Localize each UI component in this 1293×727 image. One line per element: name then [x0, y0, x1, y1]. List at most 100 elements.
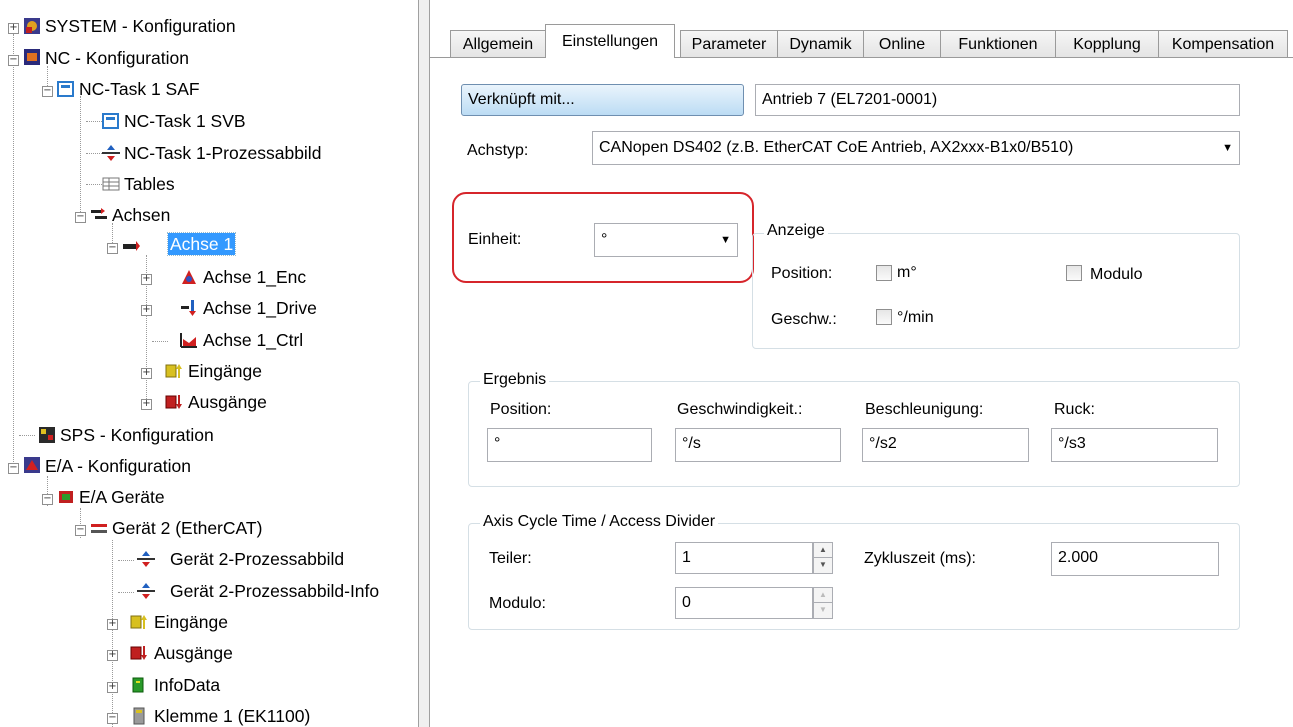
tree-item-device-2[interactable]: Gerät 2 (EtherCAT) [110, 517, 264, 539]
linked-drive-field[interactable]: Antrieb 7 (EL7201-0001) [755, 84, 1240, 116]
axis-type-label: Achstyp: [467, 142, 529, 159]
tab-general[interactable]: Allgemein [450, 30, 546, 57]
linked-with-button[interactable]: Verknüpft mit... [461, 84, 744, 116]
expand-toggle[interactable]: + [107, 650, 118, 661]
tree-item-axis-inputs[interactable]: Eingänge [186, 360, 264, 382]
modulo-label: Modulo [1090, 266, 1143, 283]
expand-toggle[interactable]: + [141, 368, 152, 379]
result-accel-label: Beschleunigung: [865, 401, 984, 418]
outputs-icon [165, 393, 183, 411]
tree-item-nc-task-saf[interactable]: NC-Task 1 SAF [77, 78, 202, 100]
tree-item-io-config[interactable]: E/A - Konfiguration [43, 455, 193, 477]
cycle-group [468, 523, 1240, 630]
display-position-label: Position: [771, 265, 833, 282]
axis-icon [122, 237, 140, 255]
tree-item-terminal-1[interactable]: Klemme 1 (EK1100) [152, 705, 312, 727]
tab-functions[interactable]: Funktionen [940, 30, 1056, 57]
tab-parameters[interactable]: Parameter [680, 30, 778, 57]
chevron-down-icon: ▼ [1222, 142, 1233, 154]
nc-config-icon [23, 48, 41, 66]
axes-icon [90, 206, 108, 224]
terminal-icon [130, 707, 148, 725]
display-group-title: Anzeige [764, 222, 828, 240]
collapse-toggle[interactable]: − [42, 494, 53, 505]
tree-item-device-process-image-info[interactable]: Gerät 2-Prozessabbild-Info [168, 580, 381, 602]
result-position-field[interactable]: ° [487, 428, 652, 462]
tree-item-tables[interactable]: Tables [122, 173, 177, 195]
tab-coupling[interactable]: Kopplung [1055, 30, 1159, 57]
collapse-toggle[interactable]: − [107, 243, 118, 254]
divider-spinner[interactable]: ▲ ▼ [813, 542, 833, 574]
expand-toggle[interactable]: + [107, 682, 118, 693]
modulo-spinner[interactable]: ▲ ▼ [813, 587, 833, 619]
collapse-toggle[interactable]: − [42, 86, 53, 97]
outputs-icon [130, 644, 148, 662]
encoder-icon [180, 268, 198, 286]
panel-splitter[interactable] [418, 0, 430, 727]
tree-item-axes[interactable]: Achsen [110, 204, 172, 226]
tree-item-axis-ctrl[interactable]: Achse 1_Ctrl [201, 329, 305, 351]
tree-item-device-inputs[interactable]: Eingänge [152, 611, 230, 633]
tree-item-nc-process-image[interactable]: NC-Task 1-Prozessabbild [122, 142, 323, 164]
tree-item-system-config[interactable]: SYSTEM - Konfiguration [43, 15, 238, 37]
degree-per-min-checkbox[interactable] [876, 309, 892, 325]
table-icon [102, 175, 120, 193]
expand-toggle[interactable]: + [107, 619, 118, 630]
expand-toggle[interactable]: + [141, 305, 152, 316]
divider-field[interactable]: 1 [675, 542, 813, 574]
cycle-time-label: Zykluszeit (ms): [864, 550, 976, 567]
controller-icon [180, 331, 198, 349]
result-accel-field[interactable]: °/s2 [862, 428, 1029, 462]
tab-online[interactable]: Online [863, 30, 941, 57]
result-position-label: Position: [490, 401, 552, 418]
modulo-divider-field[interactable]: 0 [675, 587, 813, 619]
milli-degree-checkbox[interactable] [876, 265, 892, 281]
collapse-toggle[interactable]: − [8, 463, 19, 474]
tree-item-axis-drive[interactable]: Achse 1_Drive [201, 297, 319, 319]
task-icon [102, 112, 120, 130]
tree-item-nc-task-svb[interactable]: NC-Task 1 SVB [122, 110, 248, 132]
collapse-toggle[interactable]: − [75, 525, 86, 536]
unit-highlight-ring [452, 192, 754, 283]
result-speed-field[interactable]: °/s [675, 428, 841, 462]
collapse-toggle[interactable]: − [8, 55, 19, 66]
ethercat-device-icon [90, 519, 108, 537]
config-tree[interactable]: + SYSTEM - Konfiguration − NC - Konfigur… [0, 0, 418, 727]
plc-config-icon [38, 426, 56, 444]
inputs-icon [130, 613, 148, 631]
tab-bar: Allgemein Einstellungen Parameter Dynami… [430, 0, 1293, 58]
infodata-icon [130, 676, 148, 694]
milli-degree-label: m° [897, 264, 917, 281]
drive-icon [180, 299, 198, 317]
process-image-icon [137, 550, 155, 568]
tree-item-axis-1[interactable]: Achse 1 [166, 232, 237, 256]
degree-per-min-label: °/min [897, 309, 934, 326]
expand-toggle[interactable]: + [141, 399, 152, 410]
tree-item-nc-config[interactable]: NC - Konfiguration [43, 47, 191, 69]
tree-item-device-process-image[interactable]: Gerät 2-Prozessabbild [168, 548, 346, 570]
result-jerk-field[interactable]: °/s3 [1051, 428, 1218, 462]
tree-item-axis-enc[interactable]: Achse 1_Enc [201, 266, 308, 288]
display-speed-label: Geschw.: [771, 311, 837, 328]
result-jerk-label: Ruck: [1054, 401, 1095, 418]
collapse-toggle[interactable]: − [107, 713, 118, 724]
cycle-group-title: Axis Cycle Time / Access Divider [480, 513, 719, 531]
task-icon [57, 80, 75, 98]
inputs-icon [165, 362, 183, 380]
tree-item-io-devices[interactable]: E/A Geräte [77, 486, 167, 508]
expand-toggle[interactable]: + [8, 23, 19, 34]
process-image-icon [102, 144, 120, 162]
tab-settings[interactable]: Einstellungen [545, 24, 675, 58]
collapse-toggle[interactable]: − [75, 212, 86, 223]
tree-item-infodata[interactable]: InfoData [152, 674, 222, 696]
tab-compensation[interactable]: Kompensation [1158, 30, 1288, 57]
tree-item-axis-outputs[interactable]: Ausgänge [186, 391, 269, 413]
tree-item-device-outputs[interactable]: Ausgänge [152, 642, 235, 664]
cycle-time-field[interactable]: 2.000 [1051, 542, 1219, 576]
expand-toggle[interactable]: + [141, 274, 152, 285]
tree-item-plc-config[interactable]: SPS - Konfiguration [58, 424, 216, 446]
axis-type-select[interactable]: CANopen DS402 (z.B. EtherCAT CoE Antrieb… [592, 131, 1240, 165]
io-config-icon [23, 456, 41, 474]
tab-dynamics[interactable]: Dynamik [777, 30, 864, 57]
modulo-checkbox[interactable] [1066, 265, 1082, 281]
